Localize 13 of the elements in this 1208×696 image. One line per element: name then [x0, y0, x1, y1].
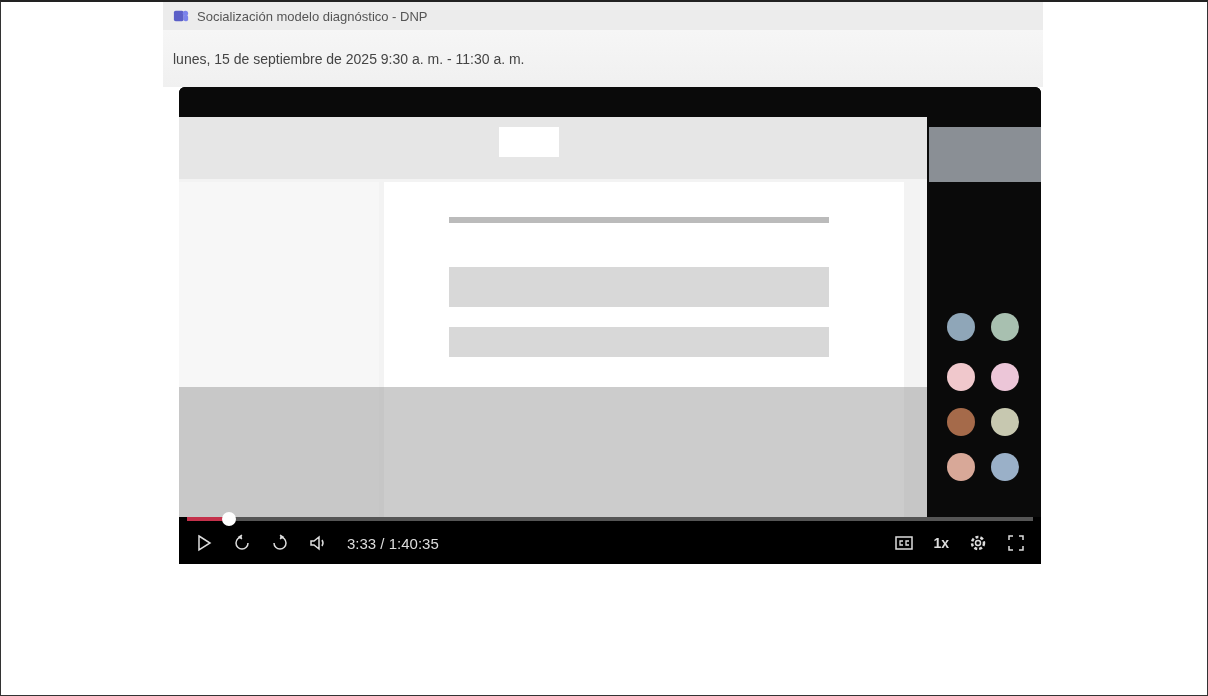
rewind-icon[interactable]	[233, 534, 251, 552]
speed-button[interactable]: 1x	[933, 535, 949, 551]
fullscreen-icon[interactable]	[1007, 534, 1025, 552]
teams-icon	[173, 8, 189, 24]
settings-icon[interactable]	[969, 534, 987, 552]
meeting-title: Socialización modelo diagnóstico - DNP	[197, 8, 428, 24]
play-icon[interactable]	[195, 534, 213, 552]
forward-icon[interactable]	[271, 534, 289, 552]
meeting-date: lunes, 15 de septiembre de 2025 9:30 a. m. - 11:30 a. m.	[173, 50, 525, 67]
playback-time: 3:33 / 1:40:35	[347, 534, 439, 552]
volume-icon[interactable]	[309, 534, 327, 552]
progress-thumb[interactable]	[222, 512, 237, 526]
captions-icon[interactable]	[895, 534, 914, 552]
